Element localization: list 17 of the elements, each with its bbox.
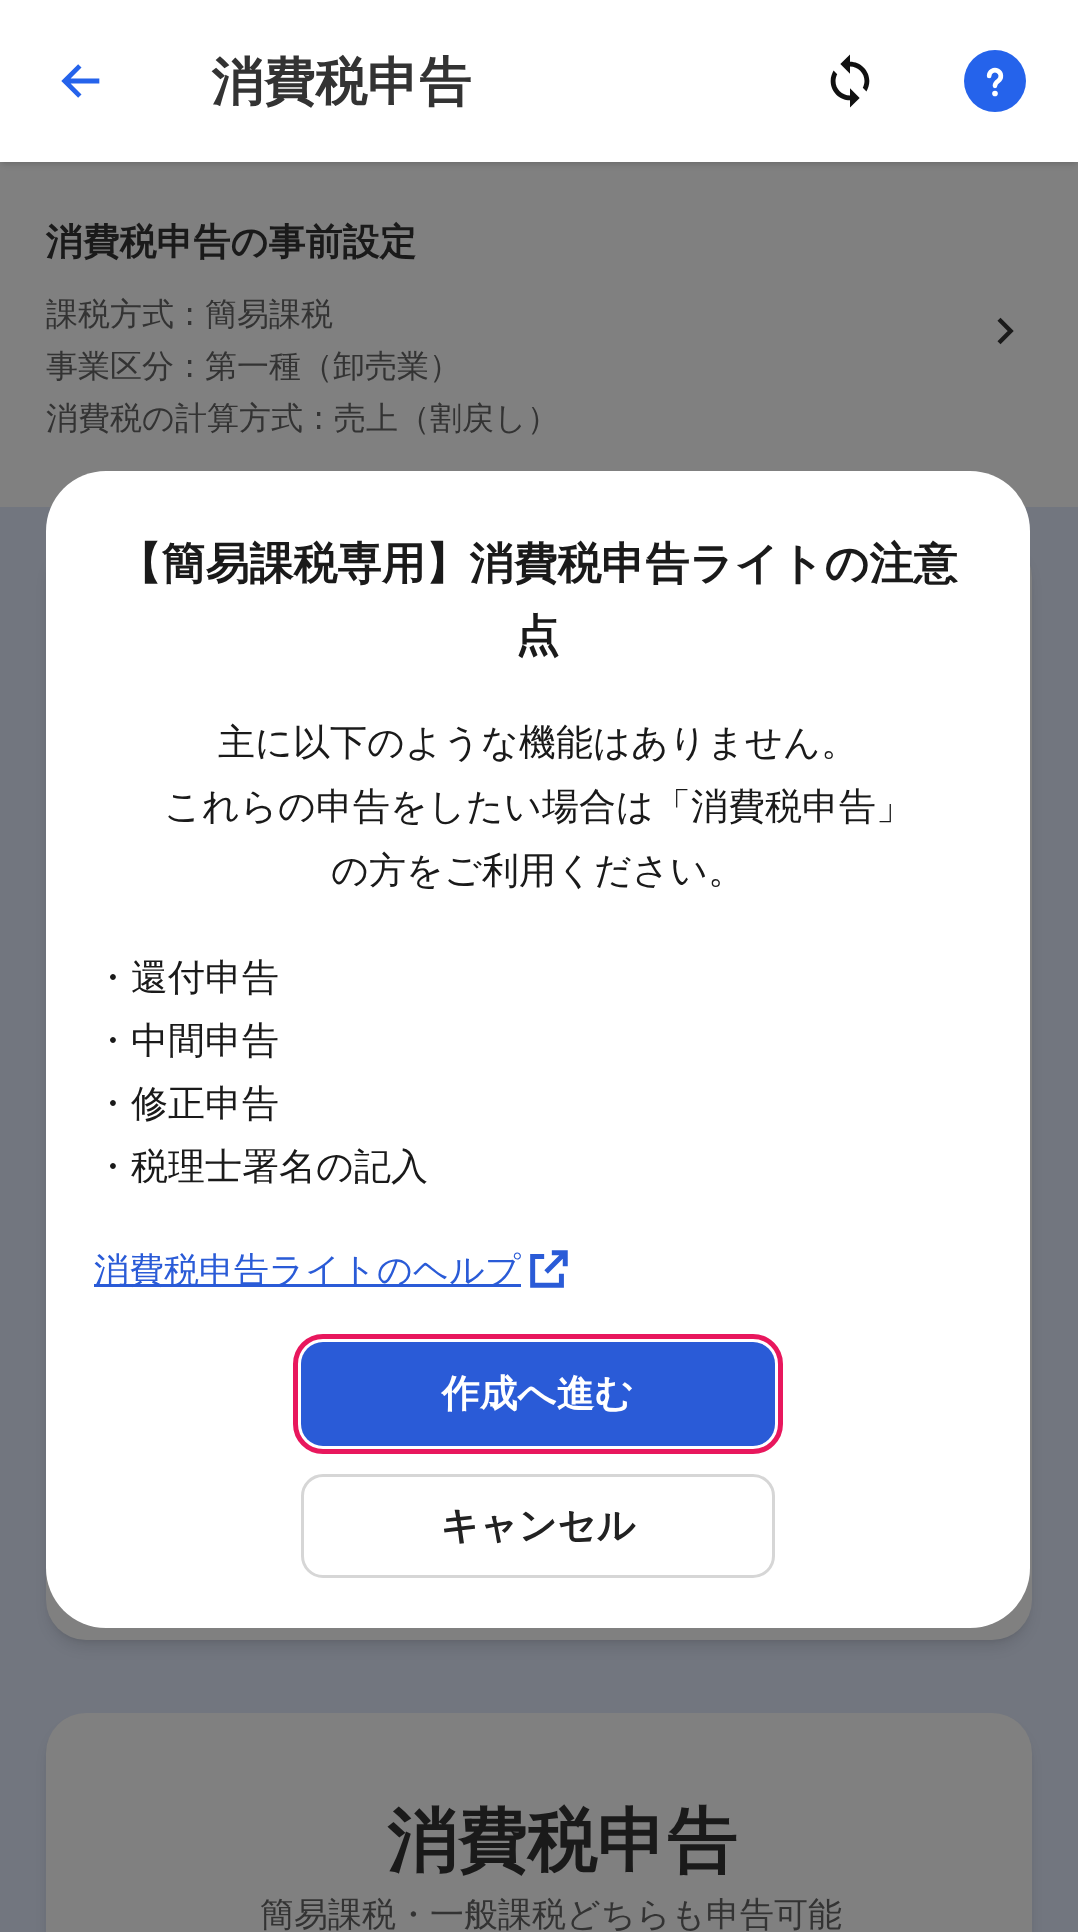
feature-item: ・還付申告 [94, 955, 280, 1001]
dialog-message: の方をご利用ください。 [331, 848, 745, 894]
feature-item: ・修正申告 [94, 1081, 280, 1127]
settings-line: 課税方式 : 簡易課税 [46, 293, 335, 335]
page-title: 消費税申告 [212, 50, 472, 113]
feature-item: ・税理士署名の記入 [94, 1144, 429, 1190]
settings-panel[interactable]: 消費税申告の事前設定 課税方式 : 簡易課税 事業区分 : 第一種（卸売業） 消費税の計算方式 : 売上（割戻し） [0, 162, 1078, 507]
feature-item: ・中間申告 [94, 1018, 280, 1064]
card-title: 消費税申告 [388, 1798, 738, 1882]
settings-line: 事業区分 : 第一種（卸売業） [46, 345, 463, 387]
dialog-button[interactable]: キャンセル [301, 1473, 775, 1578]
settings-line: 消費税の計算方式 : 売上（割戻し） [46, 397, 561, 439]
dialog-message: これらの申告をしたい場合は「消費税申告」 [163, 784, 913, 830]
dialog-title: 【簡易課税専用】消費税申告ライトの注意点 [117, 536, 959, 662]
dialog-message: 主に以下のような機能はありません。 [218, 720, 858, 766]
settings-title: 消費税申告の事前設定 [46, 219, 418, 265]
card-subtitle: 簡易課税・一般課税どちらも申告可能 [260, 1894, 842, 1932]
